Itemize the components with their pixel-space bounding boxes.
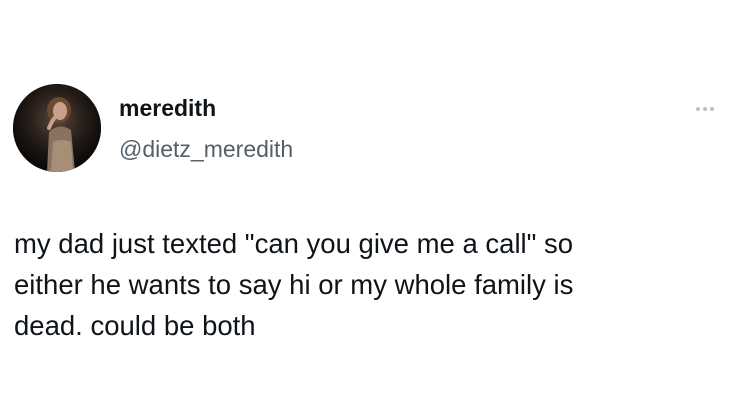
- tweet-text-line: my dad just texted "can you give me a ca…: [14, 228, 574, 259]
- avatar-photo: [13, 84, 101, 172]
- author-handle[interactable]: @dietz_meredith: [119, 135, 293, 163]
- more-dot: [696, 107, 700, 111]
- tweet-text: my dad just texted "can you give me a ca…: [14, 223, 714, 346]
- avatar[interactable]: [13, 84, 101, 172]
- more-options-icon[interactable]: [690, 99, 720, 119]
- author-display-name[interactable]: meredith: [119, 94, 216, 122]
- tweet-card: meredith @dietz_meredith my dad just tex…: [0, 0, 740, 415]
- tweet-text-line: dead. could be both: [14, 310, 256, 341]
- tweet-text-line: either he wants to say hi or my whole fa…: [14, 269, 574, 300]
- more-dot: [703, 107, 707, 111]
- more-dot: [710, 107, 714, 111]
